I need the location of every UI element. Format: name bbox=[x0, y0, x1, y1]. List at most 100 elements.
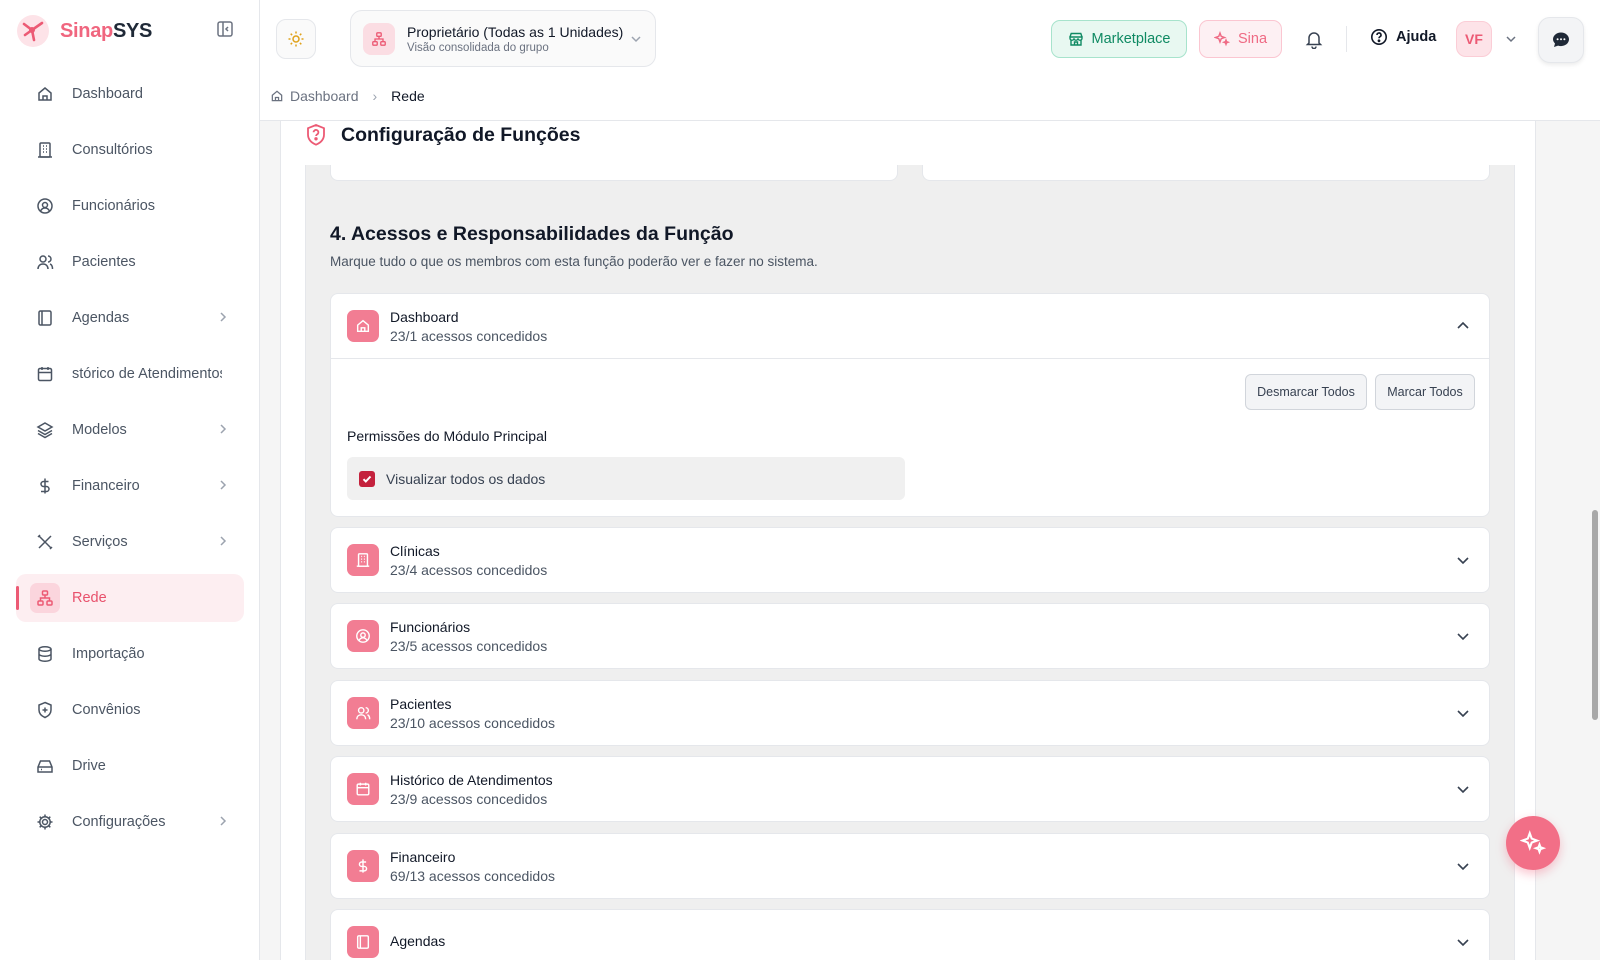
users-icon bbox=[37, 255, 54, 270]
breadcrumb: Dashboard › Rede bbox=[270, 88, 425, 104]
section-subtitle: Marque tudo o que os membros com esta fu… bbox=[330, 254, 818, 269]
bell-icon[interactable] bbox=[1304, 29, 1324, 49]
chevron-down-icon[interactable] bbox=[1455, 705, 1471, 721]
chevron-right-icon bbox=[220, 424, 227, 434]
ai-assistant-button[interactable] bbox=[1506, 816, 1560, 870]
sidebar-item-drive[interactable]: Drive bbox=[16, 742, 244, 790]
sidebar-item-label: Convênios bbox=[72, 702, 141, 718]
page-scrollbar[interactable] bbox=[1590, 120, 1600, 960]
book-icon bbox=[347, 926, 379, 958]
module-name: Funcionários bbox=[390, 618, 471, 635]
help-circle-icon bbox=[1371, 29, 1387, 45]
sidebar-item-label: Configurações bbox=[72, 814, 166, 830]
dollar-icon bbox=[347, 850, 379, 882]
module-access-count: 23/9 acessos concedidos bbox=[390, 790, 548, 807]
accordion-header[interactable]: Funcionários 23/5 acessos concedidos bbox=[331, 604, 1489, 668]
chevron-down-icon[interactable] bbox=[1455, 552, 1471, 568]
store-icon bbox=[1068, 32, 1083, 46]
help-button[interactable]: Ajuda bbox=[1370, 28, 1436, 46]
accordion-header[interactable]: Financeiro 69/13 acessos concedidos bbox=[331, 834, 1489, 898]
card-header: Configuração de Funções bbox=[305, 123, 580, 147]
permissions-section-title: Permissões do Módulo Principal bbox=[347, 428, 547, 444]
chevron-down-icon[interactable] bbox=[1455, 781, 1471, 797]
select-all-button[interactable]: Marcar Todos bbox=[1375, 374, 1475, 410]
sidebar-item-label: Consultórios bbox=[72, 142, 153, 158]
sidebar-item-consultorios[interactable]: Consultórios bbox=[16, 126, 244, 174]
unit-selector[interactable]: Proprietário (Todas as 1 Unidades) Visão… bbox=[350, 10, 656, 67]
check-icon bbox=[362, 475, 372, 483]
sidebar-item-historico[interactable]: stórico de Atendimentos bbox=[16, 350, 244, 398]
chevron-right-icon bbox=[220, 312, 227, 322]
sidebar-item-modelos[interactable]: Modelos bbox=[16, 406, 244, 454]
sparkles-icon bbox=[1520, 830, 1546, 855]
sidebar-item-label: Serviços bbox=[72, 534, 128, 550]
accordion-header[interactable]: Dashboard 23/1 acessos concedidos bbox=[331, 294, 1489, 358]
help-label: Ajuda bbox=[1396, 29, 1437, 45]
marketplace-button[interactable]: Marketplace bbox=[1051, 20, 1187, 58]
chevron-down-icon[interactable] bbox=[1455, 934, 1471, 950]
accordion-header[interactable]: Clínicas 23/4 acessos concedidos bbox=[331, 528, 1489, 592]
network-icon bbox=[363, 22, 395, 55]
sparkles-icon bbox=[1213, 31, 1230, 47]
accordion-header[interactable]: Agendas bbox=[331, 910, 1489, 960]
permission-checkbox[interactable] bbox=[359, 470, 375, 487]
home-icon bbox=[38, 87, 52, 101]
module-access-count: 23/4 acessos concedidos bbox=[390, 561, 548, 578]
module-name: Clínicas bbox=[390, 542, 440, 559]
sina-button[interactable]: Sina bbox=[1199, 20, 1282, 58]
theme-toggle-button[interactable] bbox=[276, 19, 316, 59]
accordion-header[interactable]: Pacientes 23/10 acessos concedidos bbox=[331, 681, 1489, 745]
chevron-right-icon bbox=[220, 816, 227, 826]
home-icon bbox=[347, 310, 379, 342]
sidebar-item-funcionarios[interactable]: Funcionários bbox=[16, 182, 244, 230]
app-logo[interactable]: SinapSYS bbox=[16, 14, 152, 48]
app-name-part2: SYS bbox=[112, 19, 153, 42]
breadcrumb-home[interactable]: Dashboard bbox=[290, 88, 359, 104]
chevron-down-icon[interactable] bbox=[1504, 32, 1518, 46]
sidebar-item-configuracoes[interactable]: Configurações bbox=[16, 798, 244, 846]
sidebar-item-dashboard[interactable]: Dashboard bbox=[16, 70, 244, 118]
gear-icon bbox=[37, 814, 53, 830]
sidebar-item-agendas[interactable]: Agendas bbox=[16, 294, 244, 342]
chevron-down-icon[interactable] bbox=[1455, 628, 1471, 644]
breadcrumb-current: Rede bbox=[391, 88, 425, 104]
tools-icon bbox=[37, 534, 53, 550]
hard-drive-icon bbox=[37, 760, 53, 773]
calendar-icon bbox=[37, 367, 53, 382]
chat-bubble-icon bbox=[1553, 32, 1569, 47]
module-name: Histórico de Atendimentos bbox=[390, 771, 553, 788]
scrollbar-thumb[interactable] bbox=[1592, 510, 1598, 720]
deselect-all-button[interactable]: Desmarcar Todos bbox=[1245, 374, 1367, 410]
divider bbox=[1346, 26, 1347, 52]
chevron-up-icon[interactable] bbox=[1455, 318, 1471, 334]
sidebar-item-label: Drive bbox=[72, 758, 106, 774]
accordion-header[interactable]: Histórico de Atendimentos 23/9 acessos c… bbox=[331, 757, 1489, 821]
section-title: 4. Acessos e Responsabilidades da Função bbox=[330, 223, 734, 245]
sidebar-item-rede[interactable]: Rede bbox=[16, 574, 244, 622]
sidebar-item-financeiro[interactable]: Financeiro bbox=[16, 462, 244, 510]
chat-button[interactable] bbox=[1538, 17, 1584, 63]
roles-config-card: Configuração de Funções 4. Acessos e Res… bbox=[280, 121, 1536, 960]
sidebar-item-convenios[interactable]: Convênios bbox=[16, 686, 244, 734]
sidebar-item-pacientes[interactable]: Pacientes bbox=[16, 238, 244, 286]
sidebar-item-servicos[interactable]: Serviços bbox=[16, 518, 244, 566]
module-access-count: 23/5 acessos concedidos bbox=[390, 637, 548, 654]
unit-title: Proprietário (Todas as 1 Unidades) bbox=[407, 23, 624, 40]
sidebar-item-label: Importação bbox=[72, 646, 145, 662]
sidebar-item-label: Agendas bbox=[72, 310, 130, 326]
sidebar-item-importacao[interactable]: Importação bbox=[16, 630, 244, 678]
avatar[interactable]: VF bbox=[1456, 21, 1492, 57]
sidebar-item-label: stórico de Atendimentos bbox=[72, 366, 222, 382]
module-name: Pacientes bbox=[390, 695, 452, 712]
module-accordion-agendas: Agendas bbox=[330, 909, 1490, 960]
chevron-down-icon[interactable] bbox=[1455, 858, 1471, 874]
sidebar-collapse-icon[interactable] bbox=[216, 20, 236, 40]
chevron-down-icon bbox=[631, 36, 641, 43]
network-icon bbox=[37, 590, 53, 606]
user-circle-icon bbox=[347, 620, 379, 652]
permission-label: Visualizar todos os dados bbox=[386, 470, 546, 487]
permission-row[interactable]: Visualizar todos os dados bbox=[347, 457, 905, 500]
sidebar-item-label: Modelos bbox=[72, 422, 127, 438]
network-icon-wrap bbox=[30, 583, 60, 613]
sina-label: Sina bbox=[1237, 31, 1268, 47]
